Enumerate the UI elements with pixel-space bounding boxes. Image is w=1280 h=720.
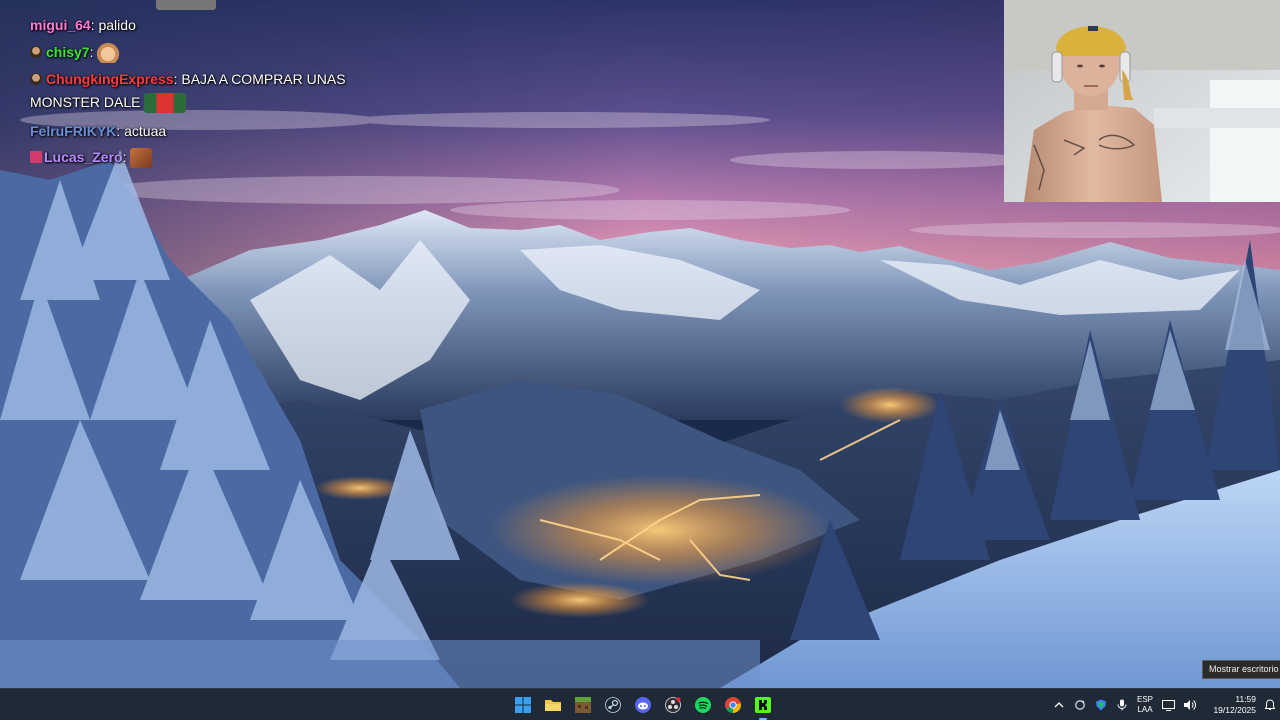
language-indicator[interactable]: ESP LAA xyxy=(1132,695,1158,715)
steam-button[interactable] xyxy=(598,689,628,720)
avatar-badge-icon xyxy=(30,73,42,85)
face-emote-icon xyxy=(130,148,153,169)
minecraft-button[interactable] xyxy=(568,689,598,720)
chat-username: FelruFRIKYK xyxy=(30,123,117,139)
taskbar-apps xyxy=(508,689,778,720)
sync-icon xyxy=(1074,700,1085,710)
avatar-badge-icon xyxy=(30,46,42,58)
show-desktop-tooltip: Mostrar escritorio xyxy=(1202,660,1280,679)
microphone-tray-button[interactable] xyxy=(1111,689,1132,720)
chat-message: migui_64: palido xyxy=(30,17,136,33)
clock[interactable]: 11:59 19/12/2025 xyxy=(1200,694,1260,716)
monitor-network-icon xyxy=(1162,699,1175,711)
steam-icon xyxy=(605,697,621,713)
notifications-button[interactable] xyxy=(1260,689,1280,720)
folder-icon xyxy=(545,700,561,711)
notification-bell-icon xyxy=(1264,699,1276,710)
show-hidden-icons-button[interactable] xyxy=(1048,689,1069,720)
sync-tray-button[interactable] xyxy=(1069,689,1090,720)
taskbar: ESP LAA 11:59 19/12/2025 xyxy=(0,688,1280,720)
discord-icon xyxy=(635,697,651,713)
chat-username: chisy7 xyxy=(46,44,90,60)
file-explorer-button[interactable] xyxy=(538,689,568,720)
sub-badge-icon xyxy=(30,151,42,163)
spotify-icon xyxy=(695,697,711,713)
emote-partial xyxy=(156,0,216,10)
chrome-button[interactable] xyxy=(718,689,748,720)
speaker-icon xyxy=(1184,700,1196,710)
microphone-icon xyxy=(1117,699,1126,711)
shield-icon xyxy=(1095,699,1106,711)
chat-username: Lucas_Zero xyxy=(44,149,123,165)
chat-message-continued: MONSTER DALE xyxy=(30,91,187,114)
chat-text: palido xyxy=(98,17,136,33)
spotify-button[interactable] xyxy=(688,689,718,720)
chat-text: MONSTER DALE xyxy=(30,94,141,110)
chrome-icon xyxy=(725,697,741,713)
chat-message: ChungkingExpress: BAJA A COMPRAR UNAS xyxy=(30,68,346,91)
discord-button[interactable] xyxy=(628,689,658,720)
clock-date: 19/12/2025 xyxy=(1213,705,1256,715)
cat-emote-icon xyxy=(97,43,120,64)
language-line2: LAA xyxy=(1137,705,1153,714)
system-tray: ESP LAA 11:59 19/12/2025 xyxy=(1048,689,1280,720)
kick-button[interactable] xyxy=(748,689,778,720)
minecraft-icon xyxy=(575,697,591,713)
clock-time: 11:59 xyxy=(1235,694,1256,704)
chat-message: Lucas_Zero: xyxy=(30,146,153,169)
chevron-up-icon xyxy=(1054,702,1063,708)
network-tray-button[interactable] xyxy=(1158,689,1179,720)
chat-message: chisy7: xyxy=(30,41,120,64)
webcam-overlay xyxy=(1004,0,1280,202)
language-line1: ESP xyxy=(1136,695,1153,704)
chat-username: ChungkingExpress xyxy=(46,71,174,87)
santa-emote-icon xyxy=(144,93,187,114)
chat-message: FelruFRIKYK: actuaa xyxy=(30,123,167,139)
chat-text: actuaa xyxy=(124,123,167,139)
obs-button[interactable] xyxy=(658,689,688,720)
chat-username: migui_64 xyxy=(30,17,91,33)
windows-logo-icon xyxy=(515,697,531,713)
start-button[interactable] xyxy=(508,689,538,720)
kick-icon xyxy=(755,697,771,713)
security-tray-button[interactable] xyxy=(1090,689,1111,720)
chat-text: BAJA A COMPRAR UNAS xyxy=(181,71,346,87)
obs-icon xyxy=(665,697,681,713)
volume-tray-button[interactable] xyxy=(1179,689,1200,720)
